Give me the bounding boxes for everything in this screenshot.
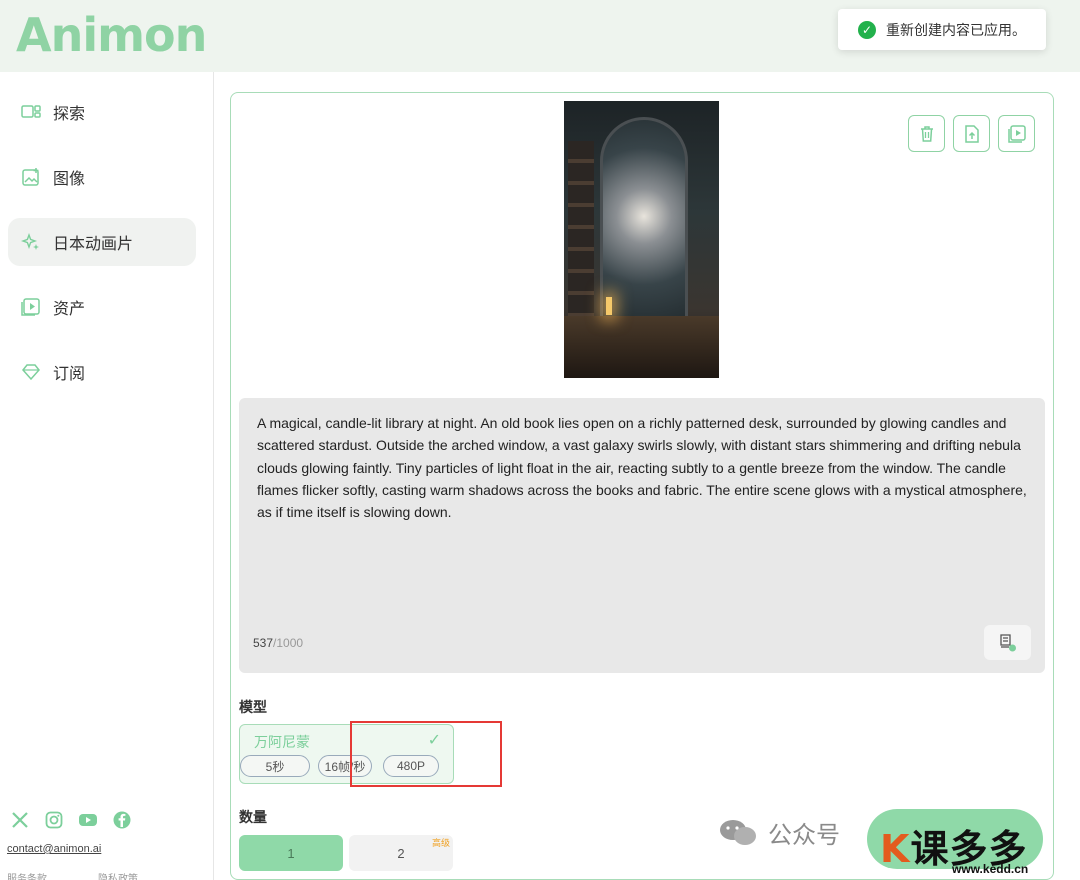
sidebar-item-assets[interactable]: 资产 — [8, 283, 196, 331]
social-links — [10, 810, 132, 830]
sidebar-item-label: 探索 — [53, 106, 86, 123]
upload-file-icon — [964, 124, 979, 143]
upload-button[interactable] — [953, 115, 990, 152]
contact-email-link[interactable]: contact@animon.ai — [7, 843, 101, 855]
prompt-enhance-button[interactable] — [984, 625, 1031, 660]
desk-shape — [564, 316, 719, 378]
model-section-label: 模型 — [239, 699, 267, 715]
video-icon — [1007, 124, 1026, 143]
char-counter: 537/1000 — [253, 636, 303, 650]
quantity-option-2[interactable]: 2 高级 — [349, 835, 453, 871]
trash-icon — [920, 125, 933, 142]
sidebar: 探索 图像 日本动画片 资产 订阅 contact@animon.ai 服务条款… — [0, 72, 214, 880]
delete-button[interactable] — [908, 115, 945, 152]
quantity-value: 1 — [287, 845, 295, 861]
assets-icon — [21, 298, 40, 316]
candle-shape — [606, 297, 612, 315]
creation-panel: A magical, candle-lit library at night. … — [230, 92, 1054, 880]
window-shape — [600, 117, 688, 337]
generated-image-thumbnail[interactable] — [564, 101, 719, 378]
watermark-logo-k: K — [880, 827, 911, 871]
instagram-icon[interactable] — [44, 810, 64, 830]
sidebar-item-label: 资产 — [53, 301, 86, 318]
quantity-value: 2 — [397, 845, 405, 861]
prompt-tool-icon — [999, 633, 1016, 651]
privacy-link[interactable]: 隐私政策 — [98, 870, 138, 880]
watermark-text: 公众号 — [768, 822, 840, 849]
sidebar-item-label: 日本动画片 — [53, 236, 134, 253]
toast-text: 重新创建内容已应用。 — [886, 21, 1026, 38]
sidebar-item-image[interactable]: 图像 — [8, 153, 196, 201]
wechat-icon — [720, 819, 756, 845]
char-count: 537 — [253, 636, 274, 650]
sidebar-item-subscribe[interactable]: 订阅 — [8, 348, 196, 396]
diamond-icon — [22, 364, 40, 381]
x-icon[interactable] — [10, 810, 30, 830]
sidebar-item-label: 图像 — [53, 171, 86, 188]
watermark-url: www.kedd.cn — [952, 862, 1029, 876]
quantity-section-label: 数量 — [239, 809, 267, 825]
prompt-text[interactable]: A magical, candle-lit library at night. … — [257, 412, 1032, 523]
image-icon — [22, 168, 39, 186]
explore-icon — [21, 105, 41, 118]
model-name: 万阿尼蒙 — [254, 734, 310, 750]
premium-tag: 高级 — [431, 838, 450, 848]
sidebar-item-explore[interactable]: 探索 — [8, 88, 196, 136]
facebook-icon[interactable] — [112, 810, 132, 830]
duration-chip: 5秒 — [240, 755, 310, 777]
terms-link[interactable]: 服务条款 — [7, 870, 47, 880]
watermark: 公众号 — [718, 815, 840, 850]
quantity-option-1[interactable]: 1 — [239, 835, 343, 871]
app-logo[interactable]: Animon — [16, 8, 207, 62]
bookshelf-shape — [568, 141, 594, 341]
sidebar-item-anime[interactable]: 日本动画片 — [8, 218, 196, 266]
top-bar: Animon ✓ 重新创建内容已应用。 — [0, 0, 1080, 72]
sparkle-icon — [21, 232, 39, 250]
animate-button[interactable] — [998, 115, 1035, 152]
success-check-icon: ✓ — [858, 20, 876, 39]
sidebar-item-label: 订阅 — [53, 366, 86, 383]
prompt-textarea[interactable]: A magical, candle-lit library at night. … — [239, 398, 1045, 673]
youtube-icon[interactable] — [78, 810, 98, 830]
annotation-highlight-box — [350, 721, 502, 787]
toast-notification: ✓ 重新创建内容已应用。 — [838, 9, 1046, 50]
image-toolbar — [908, 115, 1035, 152]
char-max: /1000 — [273, 636, 304, 650]
